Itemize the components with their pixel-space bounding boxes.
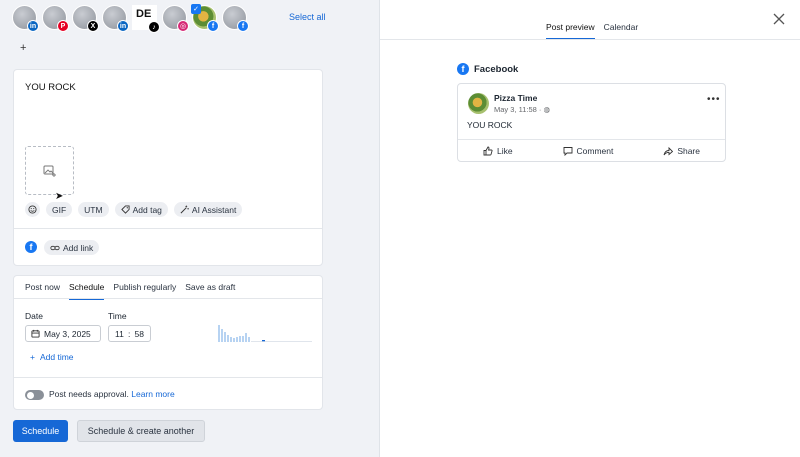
time-input[interactable]: 11 : 58 (108, 325, 151, 342)
add-account-button[interactable]: + (20, 42, 26, 54)
preview-tabs: Post preview Calendar (546, 22, 638, 40)
plus-icon: + (30, 352, 35, 362)
account-avatar-facebook-selected[interactable]: ✓ f (191, 4, 219, 32)
divider (380, 39, 800, 40)
page-name: Pizza Time (494, 93, 538, 103)
ai-assistant-button[interactable]: AI Assistant (173, 202, 243, 217)
facebook-icon: f (237, 20, 249, 32)
date-picker-input[interactable]: May 3, 2025 (25, 325, 101, 342)
thumbs-up-icon (483, 146, 493, 156)
more-options-icon[interactable]: ••• (707, 94, 721, 105)
approval-label: Post needs approval. (49, 389, 129, 399)
facebook-icon: f (25, 241, 37, 253)
share-label: Share (677, 146, 700, 156)
linkedin-icon: in (27, 20, 39, 32)
posting-activity-sparkline (218, 325, 312, 342)
tiktok-icon: ♪ (148, 21, 160, 33)
comment-icon (563, 147, 572, 156)
image-add-icon (43, 165, 56, 177)
account-avatar-linkedin-2[interactable]: in (102, 5, 129, 32)
share-button[interactable]: Share (663, 146, 700, 156)
post-timestamp: May 3, 11:58 · (494, 105, 542, 114)
divider (14, 377, 322, 378)
post-text-editor[interactable]: YOU ROCK (25, 82, 76, 93)
emoji-button[interactable] (25, 202, 40, 217)
add-link-button[interactable]: Add link (44, 240, 100, 255)
add-tag-button[interactable]: Add tag (114, 202, 168, 217)
account-avatar-facebook-2[interactable]: f (222, 5, 249, 32)
magic-wand-icon (180, 205, 189, 214)
like-button[interactable]: Like (483, 146, 513, 156)
schedule-button[interactable]: Schedule (13, 420, 68, 442)
link-icon (50, 245, 60, 250)
pinterest-icon: P (57, 20, 69, 32)
preview-pane: Post preview Calendar f Facebook Pizza T… (380, 0, 800, 457)
tab-post-preview[interactable]: Post preview (546, 22, 595, 40)
close-icon[interactable] (772, 12, 786, 26)
time-label: Time (108, 311, 127, 321)
post-composer: YOU ROCK ➤ GIF UTM Add tag AI Assistant (13, 69, 323, 266)
tag-icon (120, 205, 130, 214)
post-text: YOU ROCK (467, 120, 513, 130)
facebook-icon: f (207, 20, 219, 32)
calendar-icon (31, 329, 40, 338)
approval-toggle[interactable] (25, 390, 44, 400)
account-initials: DE (136, 8, 152, 20)
divider (458, 139, 725, 140)
time-minute[interactable]: 58 (134, 329, 143, 339)
composer-pane: in P X in DE ♪ ◎ ✓ f f Select all + YOU … (0, 0, 380, 457)
date-label: Date (25, 311, 43, 321)
media-upload-area[interactable] (25, 146, 74, 195)
date-value: May 3, 2025 (44, 328, 91, 339)
linkedin-icon: in (117, 20, 129, 32)
x-icon: X (87, 20, 99, 32)
facebook-icon: f (457, 63, 469, 75)
checkmark-icon: ✓ (191, 4, 201, 14)
approval-text: Post needs approval. Learn more (49, 389, 175, 399)
account-avatar-x[interactable]: X (72, 5, 99, 32)
page-avatar (468, 93, 489, 114)
preview-network-header: f Facebook (457, 63, 518, 75)
schedule-and-create-another-button[interactable]: Schedule & create another (77, 420, 205, 442)
facebook-post-preview: Pizza Time May 3, 11:58 · ◍ ••• YOU ROCK… (457, 83, 726, 162)
time-separator: : (127, 328, 131, 339)
share-icon (663, 146, 674, 156)
ai-assistant-label: AI Assistant (191, 204, 237, 215)
instagram-icon: ◎ (177, 20, 189, 32)
select-all-link[interactable]: Select all (289, 12, 326, 22)
divider (14, 228, 322, 229)
learn-more-link[interactable]: Learn more (131, 389, 174, 399)
add-link-label: Add link (63, 242, 94, 253)
add-time-label: Add time (39, 352, 74, 362)
gif-button[interactable]: GIF (46, 202, 73, 217)
comment-label: Comment (576, 146, 614, 156)
add-tag-label: Add tag (132, 204, 162, 215)
utm-button[interactable]: UTM (78, 202, 109, 217)
tab-calendar[interactable]: Calendar (604, 22, 639, 40)
post-meta: May 3, 11:58 · ◍ (494, 105, 550, 114)
account-avatar-tiktok[interactable]: DE ♪ (132, 5, 160, 33)
emoji-icon (28, 205, 37, 214)
account-avatar-pinterest[interactable]: P (42, 5, 69, 32)
account-avatar-instagram[interactable]: ◎ (162, 5, 189, 32)
like-label: Like (496, 146, 513, 156)
composer-toolbar: GIF UTM Add tag AI Assistant (25, 202, 243, 217)
time-hour[interactable]: 11 (115, 329, 124, 339)
account-selector: in P X in DE ♪ ◎ ✓ f f (12, 4, 249, 33)
divider (14, 298, 322, 299)
scheduling-panel: Post now Schedule Publish regularly Save… (13, 275, 323, 410)
post-actions: Like Comment Share (458, 141, 725, 161)
network-name: Facebook (474, 63, 519, 75)
mouse-pointer-icon: ➤ (55, 191, 64, 202)
add-time-button[interactable]: + Add time (30, 352, 74, 362)
account-avatar-linkedin-1[interactable]: in (12, 5, 39, 32)
globe-icon: ◍ (543, 105, 551, 114)
comment-button[interactable]: Comment (563, 146, 614, 156)
